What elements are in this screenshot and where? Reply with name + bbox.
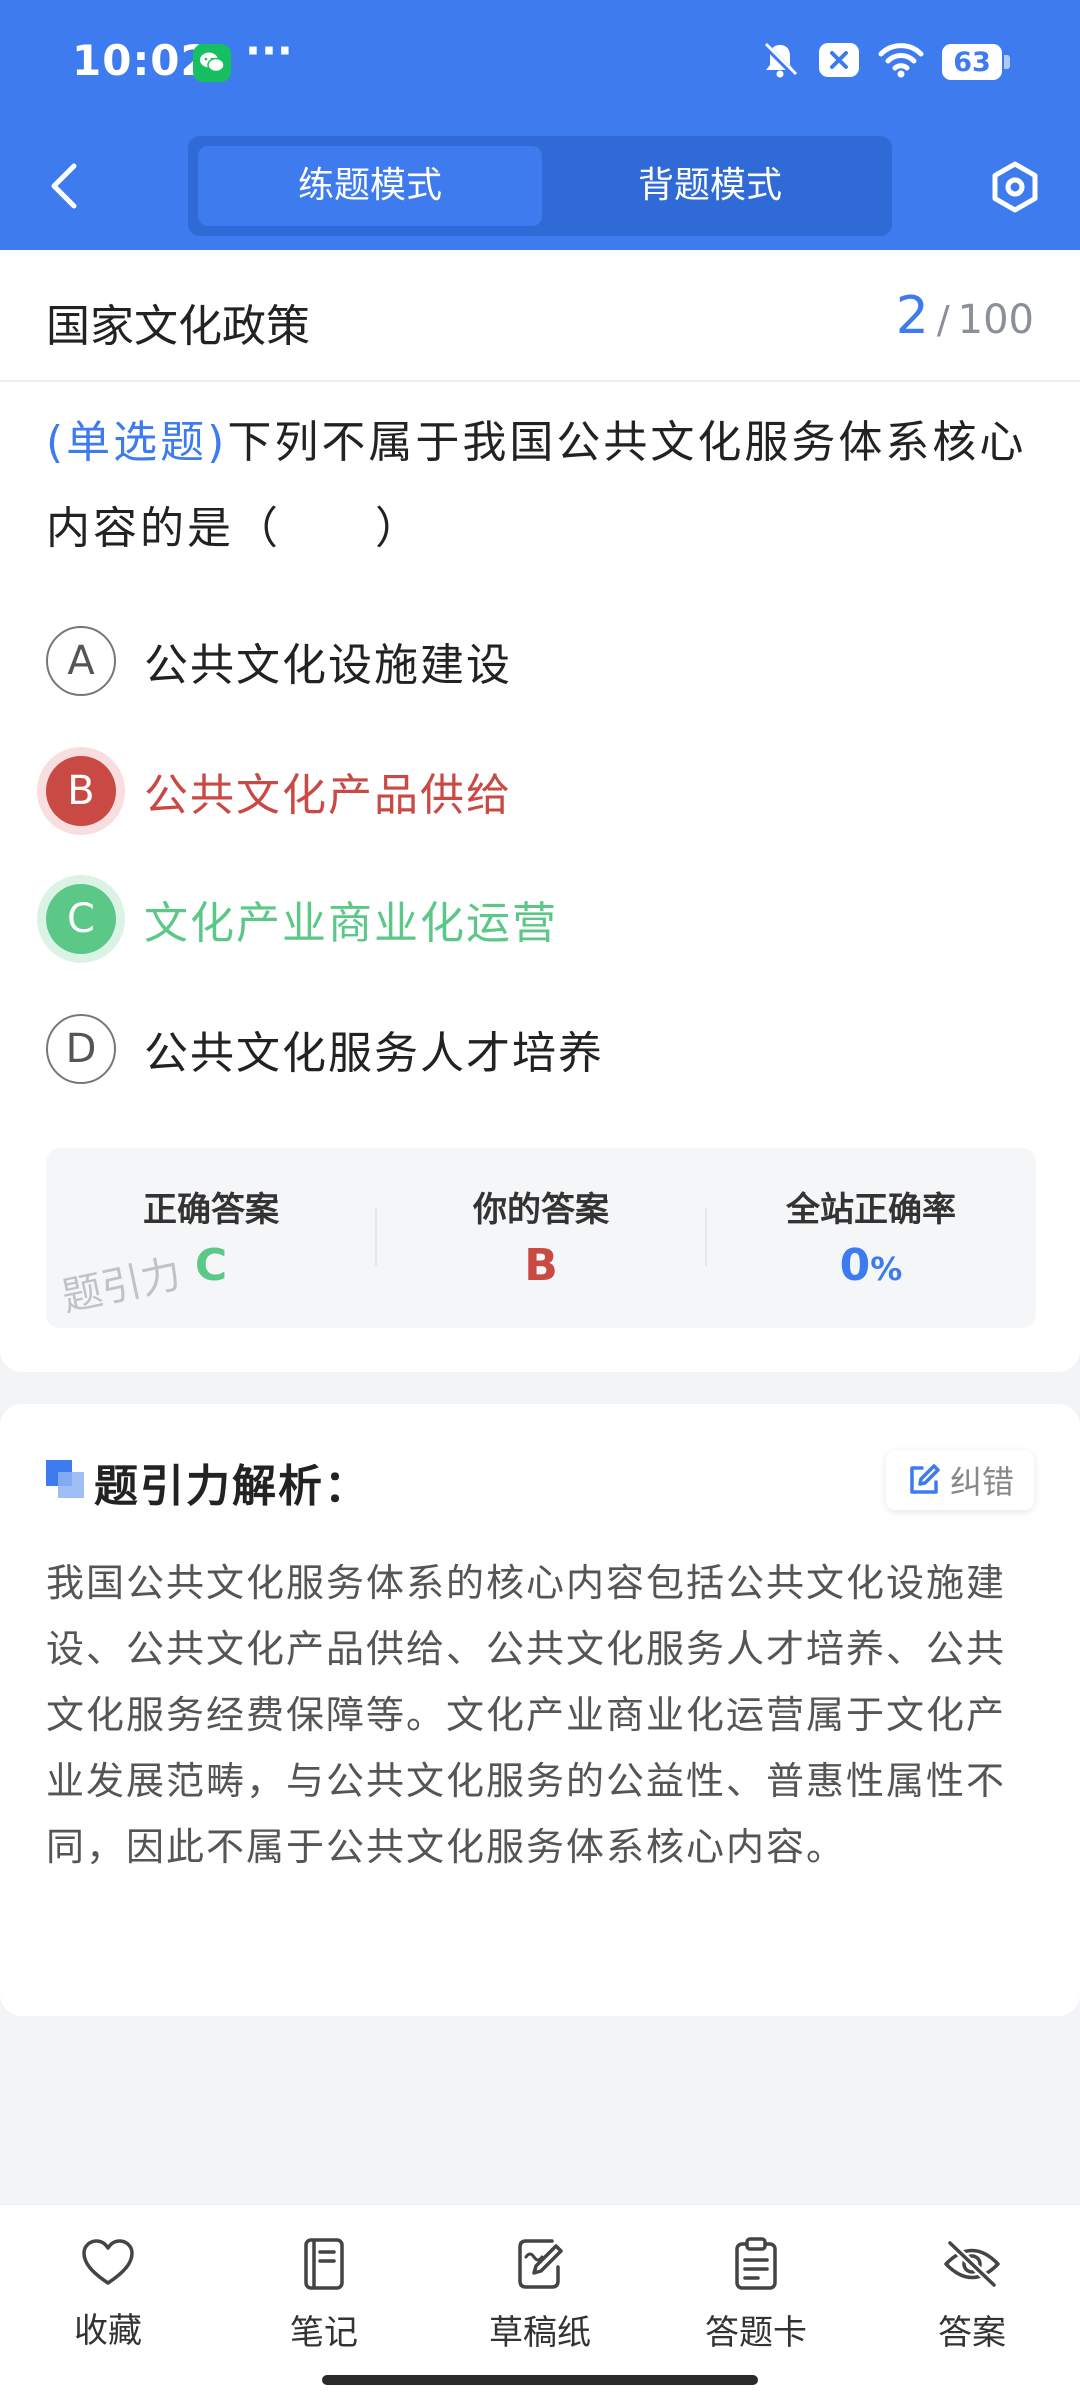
bottom-toolbar: 收藏 笔记 草稿纸 答题卡 答案 bbox=[0, 2204, 1080, 2401]
favorite-label: 收藏 bbox=[74, 2311, 142, 2351]
answer-sheet-label: 答题卡 bbox=[705, 2313, 807, 2353]
report-error-button[interactable]: 纠错 bbox=[885, 1450, 1034, 1510]
notebook-icon bbox=[304, 2238, 344, 2290]
analysis-text: 我国公共文化服务体系的核心内容包括公共文化设施建设、公共文化产品供给、公共文化服… bbox=[46, 1561, 1007, 1869]
report-error-label: 纠错 bbox=[949, 1463, 1014, 1501]
status-icons: 63 bbox=[760, 38, 1010, 86]
site-accuracy-value: 0% bbox=[706, 1240, 1036, 1291]
answer-summary: 正确答案 C 你的答案 B 全站正确率 0% 题引力 bbox=[46, 1148, 1036, 1328]
accuracy-number: 0 bbox=[839, 1240, 871, 1291]
category-title: 国家文化政策 bbox=[46, 301, 310, 352]
notes-label: 笔记 bbox=[290, 2313, 358, 2353]
app-header: 10:02 ··· 63 练题模式 背题模式 bbox=[0, 0, 1080, 250]
mode-switch: 练题模式 背题模式 bbox=[188, 136, 892, 236]
question-text: (单选题)下列不属于我国公共文化服务体系核心内容的是（ ） bbox=[46, 400, 1036, 572]
progress-current: 2 bbox=[895, 286, 929, 346]
draft-pen-icon bbox=[518, 2239, 563, 2289]
back-button[interactable] bbox=[40, 158, 90, 214]
option-a[interactable]: A 公共文化设施建设 bbox=[46, 624, 1036, 698]
battery-icon: 63 bbox=[942, 44, 1010, 80]
site-accuracy-label: 全站正确率 bbox=[786, 1190, 956, 1230]
divider bbox=[0, 380, 1080, 382]
settings-button[interactable] bbox=[986, 158, 1044, 216]
eye-off-icon bbox=[944, 2240, 1000, 2288]
home-indicator[interactable] bbox=[322, 2375, 758, 2385]
chevron-left-icon bbox=[51, 163, 77, 209]
bell-muted-icon bbox=[760, 40, 800, 84]
analysis-squares-icon bbox=[46, 1460, 84, 1498]
option-text: 公共文化产品供给 bbox=[144, 770, 512, 821]
option-text: 文化产业商业化运营 bbox=[144, 898, 558, 949]
edit-icon bbox=[910, 1464, 940, 1494]
clipboard-icon bbox=[735, 2237, 777, 2290]
answer-sheet-button[interactable]: 答题卡 bbox=[648, 2223, 864, 2353]
option-text: 公共文化服务人才培养 bbox=[144, 1028, 604, 1079]
analysis-card: 题引力解析： 纠错 我国公共文化服务体系的核心内容包括公共文化设施建设、公共文化… bbox=[0, 1404, 1080, 2016]
option-c[interactable]: C 文化产业商业化运营 bbox=[46, 882, 1036, 956]
option-letter: B bbox=[46, 756, 116, 826]
option-d[interactable]: D 公共文化服务人才培养 bbox=[46, 1012, 1036, 1086]
option-letter: D bbox=[46, 1014, 116, 1084]
scratch-paper-label: 草稿纸 bbox=[489, 2313, 591, 2353]
your-answer: 你的答案 B bbox=[376, 1148, 706, 1328]
analysis-title: 题引力解析： bbox=[94, 1461, 370, 1512]
tab-practice-mode[interactable]: 练题模式 bbox=[198, 146, 542, 226]
question-progress: 2 / 100 bbox=[896, 286, 1034, 346]
option-letter: A bbox=[46, 626, 116, 696]
your-answer-label: 你的答案 bbox=[473, 1190, 609, 1230]
heart-icon bbox=[82, 2239, 134, 2285]
status-time: 10:02 bbox=[72, 36, 211, 85]
progress-total: 100 bbox=[957, 297, 1034, 343]
your-answer-value: B bbox=[524, 1240, 558, 1291]
favorite-button[interactable]: 收藏 bbox=[0, 2223, 216, 2353]
show-answer-label: 答案 bbox=[938, 2313, 1006, 2353]
gear-icon bbox=[992, 161, 1038, 213]
more-notifications-indicator: ··· bbox=[245, 26, 293, 75]
status-bar: 10:02 ··· 63 bbox=[0, 0, 1080, 125]
option-text: 公共文化设施建设 bbox=[144, 640, 512, 691]
accuracy-unit: % bbox=[870, 1250, 903, 1288]
wechat-notification-icon bbox=[193, 44, 231, 82]
show-answer-button[interactable]: 答案 bbox=[864, 2223, 1080, 2353]
progress-separator: / bbox=[936, 298, 950, 342]
site-accuracy: 全站正确率 0% bbox=[706, 1148, 1036, 1328]
option-letter: C bbox=[46, 884, 116, 954]
option-b[interactable]: B 公共文化产品供给 bbox=[46, 754, 1036, 828]
correct-answer-label: 正确答案 bbox=[143, 1190, 279, 1230]
scratch-paper-button[interactable]: 草稿纸 bbox=[432, 2223, 648, 2353]
tab-memorize-mode[interactable]: 背题模式 bbox=[538, 146, 882, 226]
question-card: 国家文化政策 2 / 100 (单选题)下列不属于我国公共文化服务体系核心内容的… bbox=[0, 250, 1080, 1372]
wifi-icon bbox=[878, 42, 924, 82]
close-box-icon bbox=[818, 42, 860, 82]
question-type: (单选题) bbox=[46, 417, 228, 468]
notes-button[interactable]: 笔记 bbox=[216, 2223, 432, 2353]
